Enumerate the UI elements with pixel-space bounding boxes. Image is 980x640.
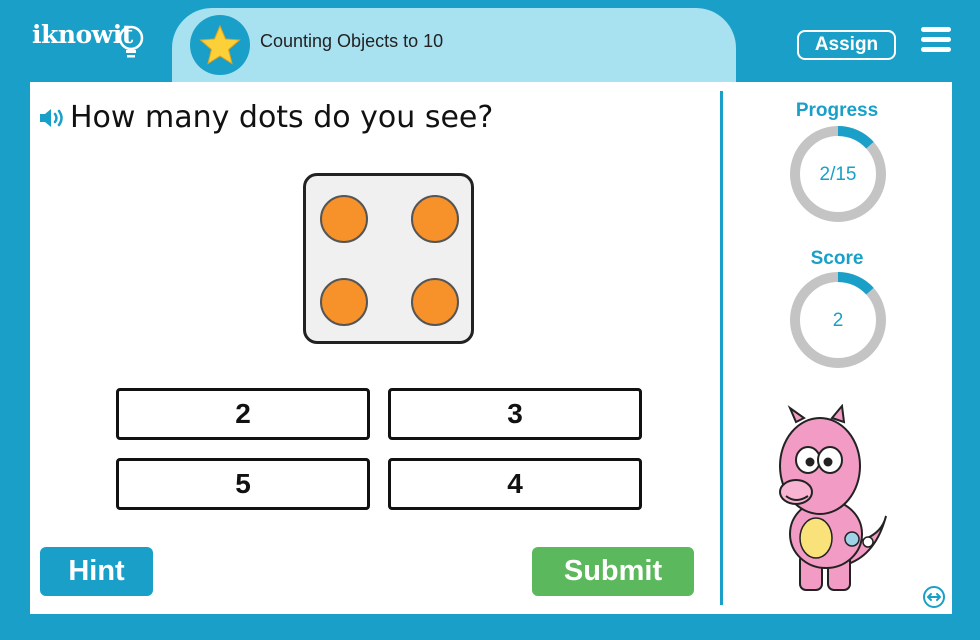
menu-line bbox=[921, 37, 951, 42]
assign-button[interactable]: Assign bbox=[797, 30, 896, 60]
lightbulb-icon bbox=[118, 25, 144, 58]
submit-button[interactable]: Submit bbox=[532, 547, 694, 596]
star-icon bbox=[199, 24, 241, 65]
score-label: Score bbox=[810, 248, 864, 269]
star-badge bbox=[190, 15, 250, 75]
question-row: How many dots do you see? bbox=[38, 100, 493, 135]
panel-divider bbox=[720, 91, 723, 605]
answer-option-3[interactable]: 5 bbox=[116, 458, 370, 510]
lesson-title-banner bbox=[172, 8, 736, 84]
orange-dot bbox=[411, 195, 459, 243]
hint-button[interactable]: Hint bbox=[40, 547, 153, 596]
answer-option-2[interactable]: 3 bbox=[388, 388, 642, 440]
hamburger-menu-icon[interactable] bbox=[921, 27, 951, 57]
expand-icon[interactable] bbox=[922, 585, 946, 609]
header-bar: iknowit Counting Objects to 10 Assign bbox=[0, 0, 980, 84]
dice-image bbox=[303, 173, 474, 344]
progress-value: 2/15 bbox=[819, 164, 857, 185]
monster-mascot bbox=[779, 404, 887, 591]
score-value: 2 bbox=[832, 310, 844, 331]
orange-dot bbox=[411, 278, 459, 326]
answer-option-4[interactable]: 4 bbox=[388, 458, 642, 510]
answer-option-1[interactable]: 2 bbox=[116, 388, 370, 440]
orange-dot bbox=[320, 195, 368, 243]
menu-line bbox=[921, 47, 951, 52]
question-text: How many dots do you see? bbox=[70, 100, 494, 135]
menu-line bbox=[921, 27, 951, 32]
orange-dot bbox=[320, 278, 368, 326]
lesson-title: Counting Objects to 10 bbox=[260, 31, 444, 51]
progress-label: Progress bbox=[795, 100, 879, 121]
speaker-icon[interactable] bbox=[38, 106, 66, 130]
